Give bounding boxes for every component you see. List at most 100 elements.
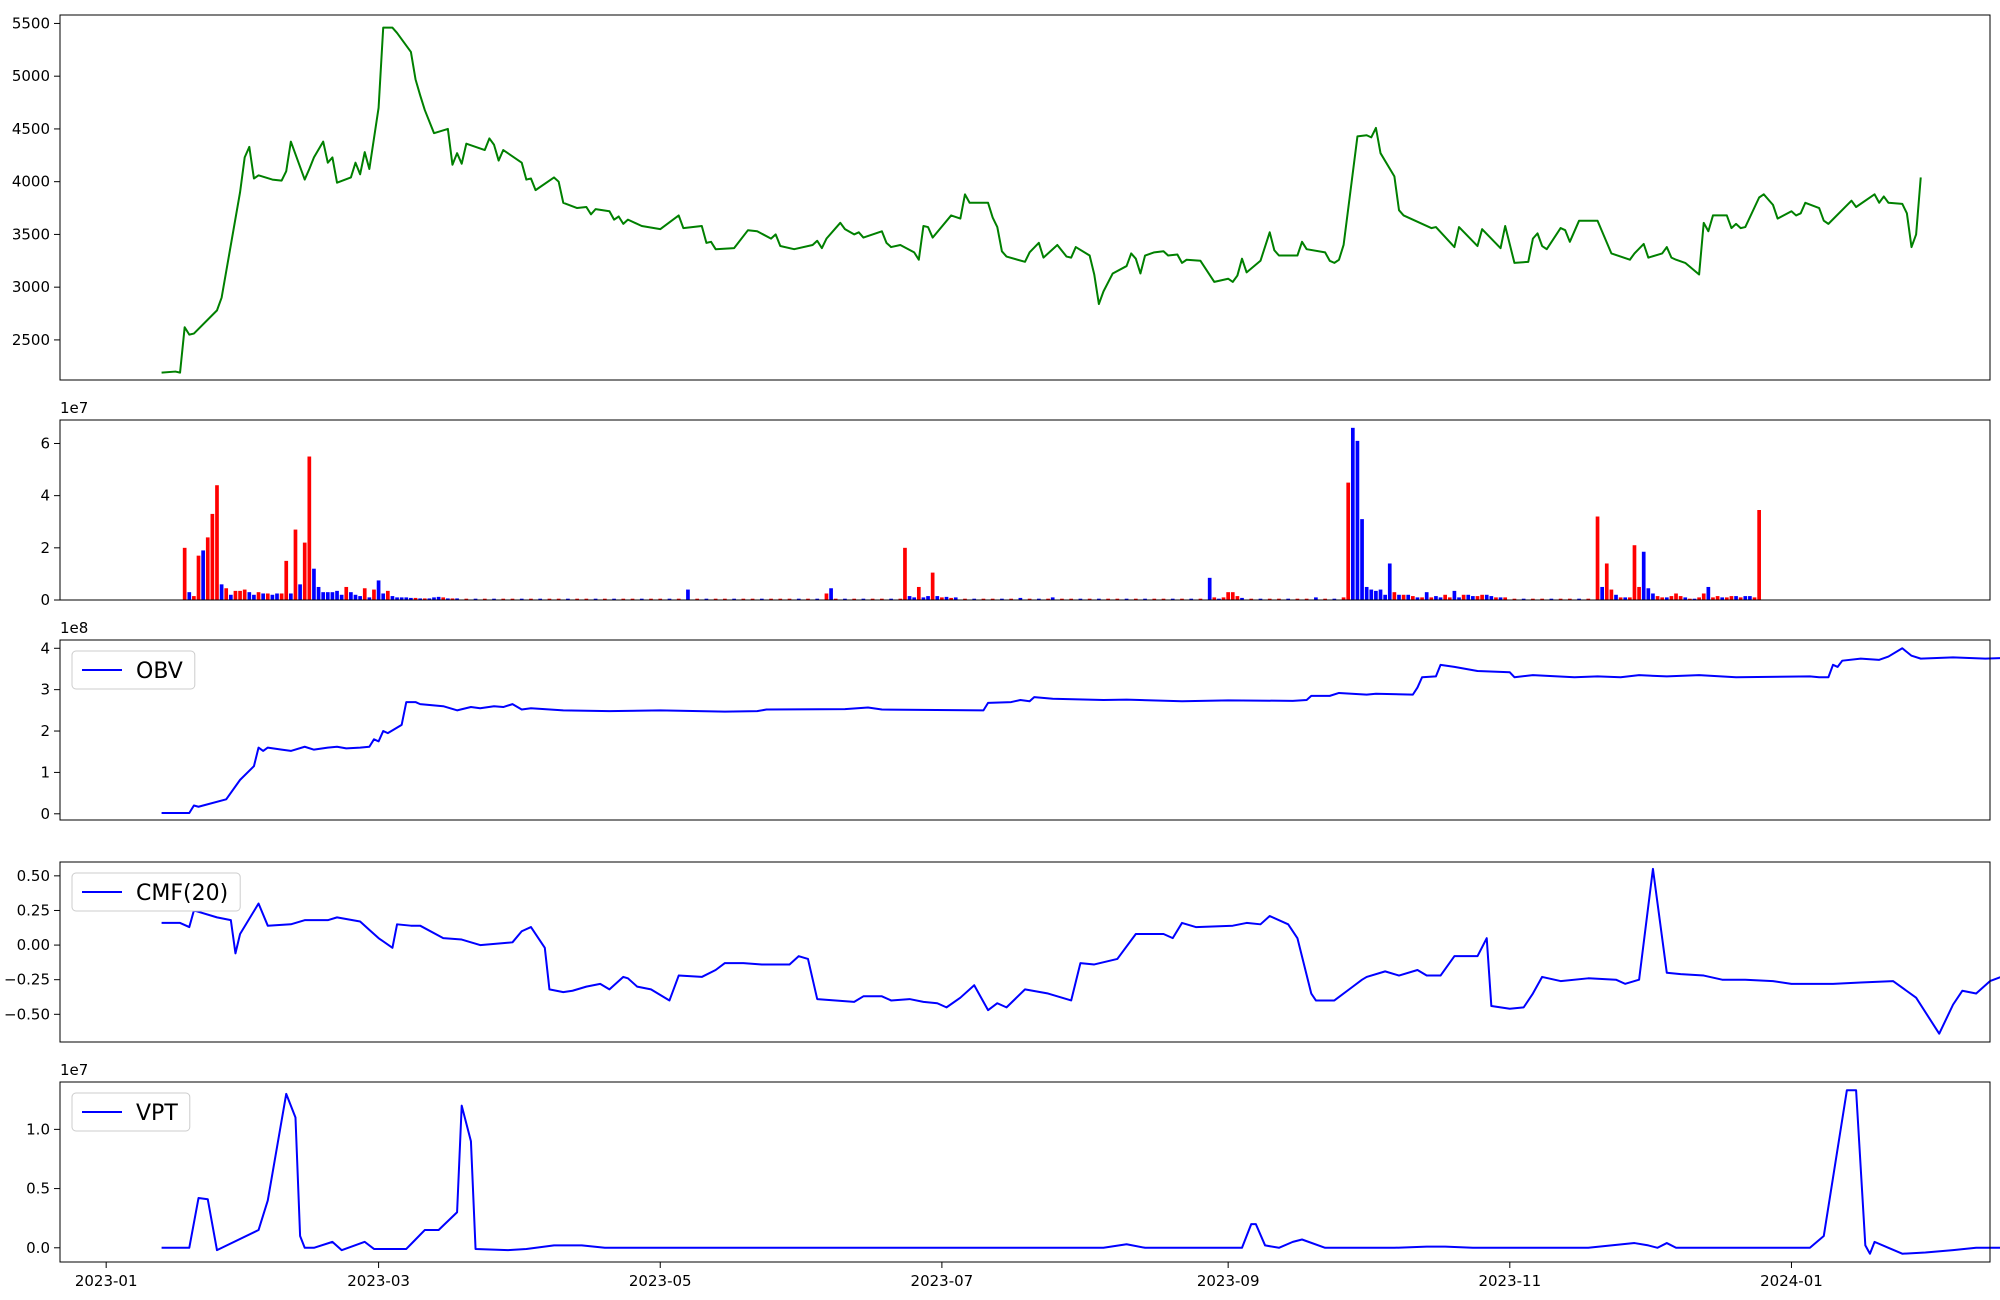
volume-bar <box>321 592 326 600</box>
cmf-ytick-label: 0.25 <box>17 901 50 919</box>
volume-bar <box>353 594 358 600</box>
volume-bar <box>1392 592 1397 600</box>
volume-bar <box>316 586 321 600</box>
cmf-legend: CMF(20) <box>71 872 241 912</box>
volume-bar <box>1355 440 1360 600</box>
volume-ytick-label: 2 <box>40 539 50 557</box>
volume-offset-text: 1e7 <box>60 399 88 417</box>
volume-bar <box>1600 586 1604 600</box>
price-ytick-label: 3000 <box>12 278 50 296</box>
volume-bar <box>1374 590 1378 600</box>
volume-axes-frame <box>59 419 1991 601</box>
cmf-series-line <box>161 867 2000 1035</box>
volume-bar <box>215 485 219 600</box>
volume-bar <box>210 513 215 600</box>
price-axes-frame <box>59 14 1991 381</box>
volume-bar <box>1604 563 1609 600</box>
legend-label: OBV <box>136 659 183 684</box>
volume-bar <box>1401 594 1406 600</box>
xtick-label: 2023-07 <box>911 1272 974 1290</box>
vpt-ytick-label: 1.0 <box>26 1120 50 1138</box>
volume-bar <box>1743 596 1748 600</box>
volume-bar <box>270 594 275 600</box>
price-ytick-label: 2500 <box>12 331 50 349</box>
volume-bar <box>284 560 289 600</box>
obv-ytick-label: 3 <box>40 681 50 699</box>
volume-bar <box>372 589 376 600</box>
volume-bar <box>1466 594 1471 600</box>
volume-bar <box>298 584 302 600</box>
volume-bar <box>824 593 829 600</box>
volume-bar <box>362 588 367 600</box>
obv-legend: OBV <box>71 650 196 690</box>
volume-bar <box>1443 594 1448 600</box>
volume-bar <box>349 592 353 600</box>
xtick-label: 2023-01 <box>75 1272 138 1290</box>
volume-bar <box>1614 594 1618 600</box>
vpt-series-line <box>161 1089 2000 1255</box>
volume-bar <box>1387 563 1392 600</box>
legend-label: VPT <box>136 1101 178 1126</box>
vpt-axes-frame <box>59 1081 1991 1263</box>
volume-bar <box>376 580 381 600</box>
xtick-label: 2023-03 <box>347 1272 410 1290</box>
volume-bar <box>1609 589 1614 600</box>
volume-bar <box>1360 519 1364 600</box>
volume-bar <box>1452 590 1457 600</box>
cmf-axes-frame <box>59 861 1991 1043</box>
obv-series-line <box>161 647 2000 814</box>
vpt-offset-text: 1e7 <box>60 1061 88 1079</box>
xtick-label: 2024-01 <box>1760 1272 1823 1290</box>
volume-bar <box>196 555 201 600</box>
volume-bar <box>916 586 921 600</box>
volume-bar <box>238 590 242 600</box>
volume-bar <box>302 542 307 600</box>
vpt-ytick-label: 0.5 <box>26 1180 50 1198</box>
volume-bar <box>1350 427 1355 600</box>
volume-bar <box>1729 596 1734 600</box>
volume-bar <box>1646 588 1651 600</box>
volume-bar <box>1595 516 1600 600</box>
obv-ytick-label: 0 <box>40 805 50 823</box>
volume-bar <box>1411 596 1415 600</box>
price-ytick-label: 5500 <box>12 14 50 32</box>
volume-bar <box>1715 596 1720 600</box>
volume-bar <box>1484 594 1489 600</box>
cmf-ytick-label: 0.00 <box>17 936 50 954</box>
volume-bar <box>275 593 279 600</box>
volume-bar <box>1637 586 1641 600</box>
xtick-label: 2023-09 <box>1197 1272 1260 1290</box>
xtick-label: 2023-11 <box>1478 1272 1541 1290</box>
volume-bar <box>325 592 330 600</box>
obv-ytick-label: 4 <box>40 639 50 657</box>
volume-bar <box>1651 593 1655 600</box>
vpt-ytick-label: 0.0 <box>26 1239 50 1257</box>
volume-bar <box>930 572 935 600</box>
volume-bar <box>1230 592 1235 600</box>
volume-bar <box>228 594 233 600</box>
volume-panel: 0 2 4 6 1e7 <box>40 399 1991 609</box>
volume-bar <box>1757 510 1761 600</box>
volume-bar <box>1434 596 1438 600</box>
vpt-panel: 0.0 0.5 1.0 1e7 VPT <box>26 1061 2000 1263</box>
volume-bar <box>1678 596 1683 600</box>
volume-bar <box>205 537 210 600</box>
cmf-ytick-label: −0.25 <box>4 971 50 989</box>
price-ytick-label: 3500 <box>12 225 50 243</box>
xtick-label: 2023-05 <box>629 1272 692 1290</box>
volume-bar <box>381 593 386 600</box>
volume-bar <box>829 588 833 600</box>
volume-ytick-label: 6 <box>40 434 50 452</box>
volume-bar <box>242 589 247 600</box>
volume-bar <box>1475 596 1480 600</box>
volume-bar <box>390 596 395 600</box>
volume-bar <box>1701 593 1706 600</box>
volume-bar <box>312 568 316 600</box>
cmf-ytick-label: −0.50 <box>4 1005 50 1023</box>
volume-bar <box>1383 594 1387 600</box>
volume-bar <box>1207 577 1212 600</box>
volume-bar <box>307 456 312 600</box>
volume-bar <box>224 588 229 600</box>
price-ytick-label: 4000 <box>12 173 50 191</box>
volume-bar <box>187 592 192 600</box>
